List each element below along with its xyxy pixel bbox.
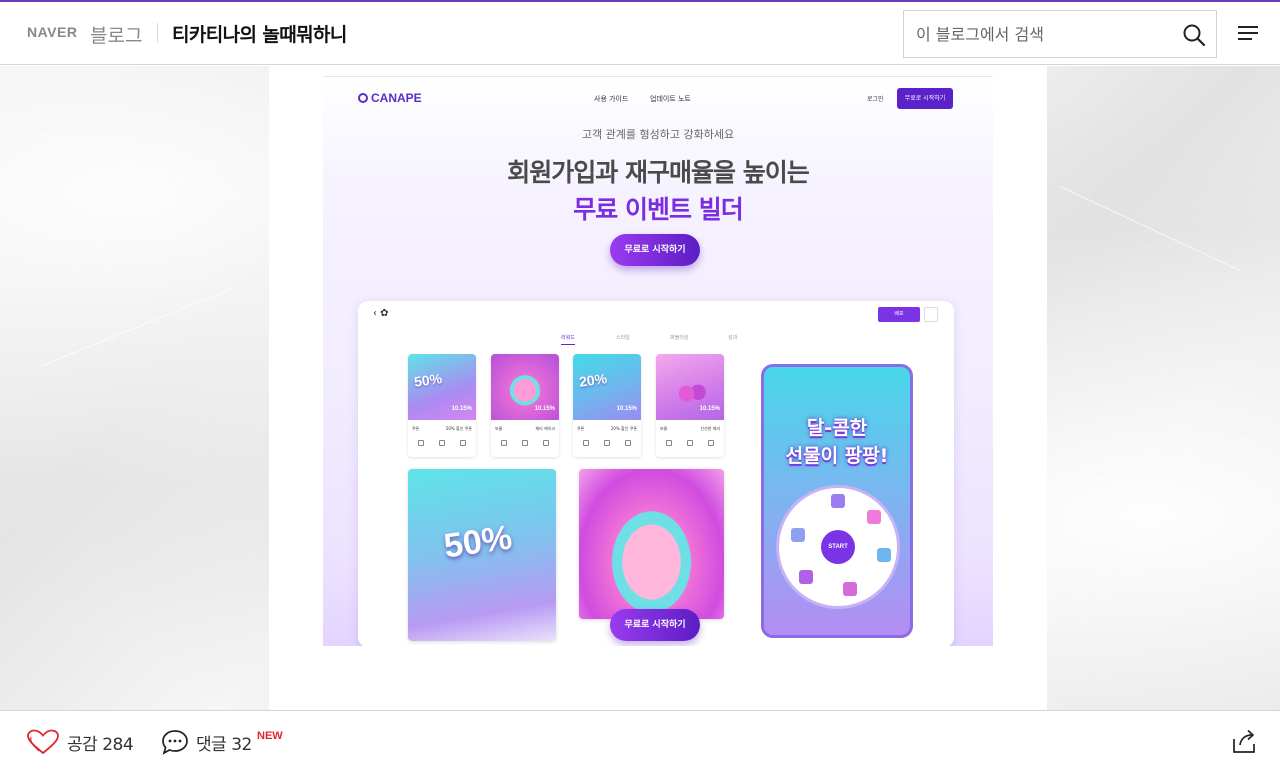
tile-action-icons <box>583 440 631 448</box>
tab-publish: 퍼블리싱 <box>670 335 689 341</box>
canape-top-cta: 무료로 시작하기 <box>897 88 953 109</box>
reward-tile: 10.15% 보물 체리 케이크 <box>491 354 559 457</box>
tab-results: 성과 <box>728 335 738 341</box>
canape-tagline: 고객 관계를 형성하고 강화하세요 <box>581 128 735 141</box>
reward-card-preview: 50% <box>408 469 556 641</box>
reward-tile: 10.15% 보물 신선한 체리 <box>656 354 724 457</box>
comment-bubble-icon <box>162 730 188 755</box>
roulette-wheel: START <box>776 485 900 609</box>
menu-icon[interactable] <box>1236 22 1260 44</box>
post-content-area[interactable]: CANAPE 사용 가이드 업데이트 노트 로그인 무료로 시작하기 고객 관계… <box>0 66 1280 710</box>
back-chevron-icon: ‹ ✿ <box>373 308 389 319</box>
post-body: CANAPE 사용 가이드 업데이트 노트 로그인 무료로 시작하기 고객 관계… <box>269 66 1047 710</box>
paper-texture <box>39 287 235 367</box>
phone-preview: 달-콤한 선물이 팡팡! START <box>761 364 913 638</box>
comment-label: 댓글 32 <box>196 734 252 755</box>
blog-logo[interactable]: 블로그 <box>90 21 142 48</box>
reward-tile: 20% 10.15% 쿠폰 20% 할인 쿠폰 <box>573 354 641 457</box>
reward-tile: 50% 10.15% 쿠폰 50% 할인 쿠폰 <box>408 354 476 457</box>
new-comment-badge: NEW <box>257 730 283 742</box>
paper-texture <box>19 126 249 202</box>
phone-headline-2: 선물이 팡팡! <box>785 445 889 467</box>
wheel-coupon-icon <box>877 548 891 562</box>
wheel-cherry-icon <box>843 582 857 596</box>
search-icon[interactable] <box>1182 23 1206 47</box>
blog-title[interactable]: 티카티나의 놀때뭐하니 <box>172 20 347 47</box>
tile-action-icons <box>666 440 714 448</box>
cake-card-preview <box>579 469 724 619</box>
canape-headline: 회원가입과 재구매율을 높이는 <box>507 158 809 187</box>
wheel-start-button: START <box>821 530 855 564</box>
search-input[interactable] <box>916 11 1166 57</box>
share-icon[interactable] <box>1230 727 1258 755</box>
event-builder-preview: ‹ ✿ 배포 리워드 스타일 퍼블리싱 성과 50% 10.15% 쿠폰 50% … <box>358 301 954 646</box>
nav-login: 로그인 <box>867 96 884 103</box>
tile-action-icons <box>418 440 466 448</box>
builder-save-button: 배포 <box>878 307 920 322</box>
post-image[interactable]: CANAPE 사용 가이드 업데이트 노트 로그인 무료로 시작하기 고객 관계… <box>323 76 993 646</box>
tile-probability: 10.15% <box>534 406 555 412</box>
like-button[interactable]: 공감 284 <box>26 728 134 756</box>
tab-reward: 리워드 <box>561 334 575 345</box>
nav-link-guide: 사용 가이드 <box>594 95 629 103</box>
header-divider <box>157 23 158 43</box>
tile-label: 보물 체리 케이크 <box>495 426 555 431</box>
paper-texture <box>1069 436 1254 487</box>
wheel-coin-icon <box>791 528 805 542</box>
like-label: 공감 284 <box>67 734 134 755</box>
tile-probability: 10.15% <box>616 406 637 412</box>
tile-action-icons <box>501 440 549 448</box>
canape-logo-icon <box>358 93 368 103</box>
tab-style: 스타일 <box>616 335 630 341</box>
phone-headline-1: 달-콤한 <box>806 417 868 439</box>
card-big-label: 50% <box>441 518 515 566</box>
link-icon <box>924 307 938 322</box>
canape-cta: 무료로 시작하기 <box>610 234 700 266</box>
canape-logo: CANAPE <box>358 91 422 105</box>
comment-button[interactable]: 댓글 32 <box>161 728 252 756</box>
tile-probability: 10.15% <box>451 406 472 412</box>
nav-link-updates: 업데이트 노트 <box>650 95 691 103</box>
tile-label: 보물 신선한 체리 <box>660 426 720 431</box>
canape-headline-accent: 무료 이벤트 빌더 <box>573 195 743 224</box>
naver-logo[interactable]: NAVER <box>27 24 77 40</box>
wheel-heart-icon <box>799 570 813 584</box>
blog-header: NAVER 블로그 티카티나의 놀때뭐하니 <box>0 2 1280 65</box>
post-action-bar: 공감 284 댓글 32 NEW <box>0 710 1280 772</box>
canape-cta-bottom: 무료로 시작하기 <box>610 609 700 641</box>
canape-nav: CANAPE 사용 가이드 업데이트 노트 로그인 무료로 시작하기 <box>323 77 993 121</box>
tile-label: 쿠폰 50% 할인 쿠폰 <box>412 426 472 431</box>
paper-texture <box>1059 186 1242 272</box>
wheel-gift-icon <box>831 494 845 508</box>
tile-label: 쿠폰 20% 할인 쿠폰 <box>577 426 637 431</box>
tile-probability: 10.15% <box>699 406 720 412</box>
wheel-cake-icon <box>867 510 881 524</box>
search-box <box>903 10 1217 58</box>
heart-icon <box>27 729 59 755</box>
